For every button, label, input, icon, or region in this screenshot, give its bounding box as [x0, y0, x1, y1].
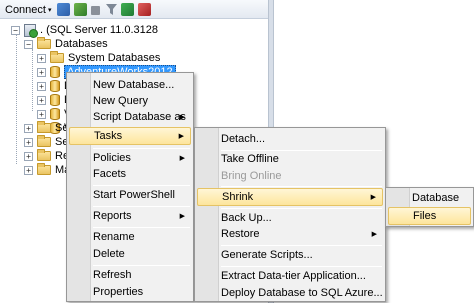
- menu-item-restore[interactable]: Restore ▶: [197, 225, 383, 243]
- folder-icon: [37, 135, 51, 147]
- menu-item-label: Delete: [93, 248, 125, 260]
- menu-item-detach[interactable]: Detach...: [197, 130, 383, 148]
- submenu-arrow-icon: ▶: [179, 213, 185, 220]
- stop-icon[interactable]: [91, 2, 100, 17]
- database-icon: [50, 66, 60, 78]
- expand-icon[interactable]: +: [37, 67, 46, 77]
- tree-node-server[interactable]: − . (SQL Server 11.0.3128: [11, 23, 159, 38]
- collapse-icon[interactable]: −: [24, 39, 33, 49]
- menu-item-shrink-database[interactable]: Database: [388, 189, 471, 207]
- menu-item-label: Bring Online: [221, 170, 282, 182]
- tree-node-databases[interactable]: − Databases: [24, 37, 108, 51]
- menu-item-label: Properties: [93, 286, 144, 298]
- databases-label: Databases: [55, 38, 108, 50]
- menu-item-label: Reports: [93, 210, 132, 222]
- menu-item-start-powershell[interactable]: Start PowerShell: [69, 186, 191, 204]
- database-context-menu: New Database... New Query Script Databas…: [66, 72, 194, 302]
- expand-icon[interactable]: +: [24, 151, 33, 161]
- refresh-icon[interactable]: [121, 2, 134, 17]
- menu-item-label: Start PowerShell: [93, 189, 175, 201]
- chevron-down-icon: ▾: [47, 6, 52, 14]
- connect-label: Connect: [5, 3, 46, 16]
- folder-icon: [37, 163, 51, 175]
- server-label: . (SQL Server 11.0.3128: [40, 24, 159, 36]
- database-icon: [50, 108, 60, 120]
- menu-item-shrink-files[interactable]: Files: [388, 207, 471, 225]
- folder-icon: [37, 37, 51, 49]
- tree-line: [32, 49, 33, 111]
- submenu-arrow-icon: ▶: [371, 231, 377, 238]
- tree-node-system-databases[interactable]: + System Databases: [37, 51, 160, 65]
- menu-item-label: Script Database as: [93, 111, 186, 123]
- submenu-arrow-icon: ▶: [179, 155, 185, 162]
- filter-icon[interactable]: [106, 2, 117, 17]
- menu-item-label: Generate Scripts...: [221, 249, 313, 261]
- system-databases-label: System Databases: [68, 52, 161, 64]
- expand-icon[interactable]: +: [37, 109, 46, 119]
- menu-item-script-database-as[interactable]: Script Database as ▶: [69, 108, 191, 126]
- menu-item-label: Refresh: [93, 269, 132, 281]
- menu-item-label: New Query: [93, 95, 149, 107]
- folder-icon: [37, 121, 51, 133]
- folder-icon: [37, 149, 51, 161]
- expand-icon[interactable]: +: [37, 53, 46, 63]
- menu-item-label: Policies: [93, 152, 131, 164]
- expand-icon[interactable]: +: [37, 81, 46, 91]
- menu-item-label: Deploy Database to SQL Azure...: [221, 287, 383, 299]
- database-icon: [50, 94, 60, 106]
- menu-separator: [221, 186, 382, 187]
- menu-item-properties[interactable]: Properties: [69, 283, 191, 301]
- menu-item-tasks[interactable]: Tasks ▶: [69, 127, 191, 145]
- menu-item-extract-data-tier[interactable]: Extract Data-tier Application...: [197, 267, 383, 285]
- server-icon: [24, 23, 38, 38]
- clear-filter-icon[interactable]: [138, 2, 151, 17]
- submenu-arrow-icon: ▶: [179, 114, 185, 121]
- menu-item-deploy-sql-azure[interactable]: Deploy Database to SQL Azure...: [197, 284, 383, 302]
- connect-button[interactable]: Connect ▾: [5, 2, 52, 17]
- menu-item-delete[interactable]: Delete: [69, 245, 191, 263]
- submenu-arrow-icon: ▶: [370, 194, 376, 201]
- menu-item-label: Rename: [93, 231, 135, 243]
- menu-item-bring-online: Bring Online: [197, 167, 383, 185]
- menu-item-label: Database: [412, 192, 460, 204]
- menu-item-shrink[interactable]: Shrink ▶: [197, 188, 383, 206]
- menu-item-label: Extract Data-tier Application...: [221, 270, 366, 282]
- tree-line: [16, 34, 17, 164]
- menu-item-label: Files: [413, 210, 437, 222]
- menu-item-refresh[interactable]: Refresh: [69, 266, 191, 284]
- tasks-submenu: Detach... Take Offline Bring Online Shri…: [194, 127, 386, 302]
- menu-item-rename[interactable]: Rename: [69, 228, 191, 246]
- menu-item-label: Facets: [93, 168, 127, 180]
- menu-item-label: Back Up...: [221, 212, 272, 224]
- expand-icon[interactable]: +: [24, 165, 33, 175]
- database-icon: [50, 80, 60, 92]
- submenu-arrow-icon: ▶: [178, 133, 184, 140]
- expand-icon[interactable]: +: [24, 123, 33, 133]
- menu-item-label: Take Offline: [221, 153, 279, 165]
- folder-icon: [50, 51, 64, 63]
- menu-item-label: New Database...: [93, 79, 175, 91]
- menu-item-take-offline[interactable]: Take Offline: [197, 150, 383, 168]
- menu-item-generate-scripts[interactable]: Generate Scripts...: [197, 246, 383, 264]
- menu-item-reports[interactable]: Reports ▶: [69, 207, 191, 225]
- menu-item-label: Restore: [221, 228, 260, 240]
- expand-icon[interactable]: +: [24, 137, 33, 147]
- menu-item-facets[interactable]: Facets: [69, 165, 191, 183]
- object-explorer-toolbar: Connect ▾: [0, 0, 268, 19]
- menu-item-label: Detach...: [221, 133, 266, 145]
- disconnect-icon[interactable]: [74, 2, 87, 17]
- shrink-submenu: Database Files: [385, 187, 474, 227]
- menu-item-label: Shrink: [222, 191, 254, 203]
- connect-object-explorer-icon[interactable]: [57, 2, 70, 17]
- expand-icon[interactable]: +: [37, 95, 46, 105]
- collapse-icon[interactable]: −: [11, 25, 20, 35]
- menu-item-label: Tasks: [94, 130, 123, 142]
